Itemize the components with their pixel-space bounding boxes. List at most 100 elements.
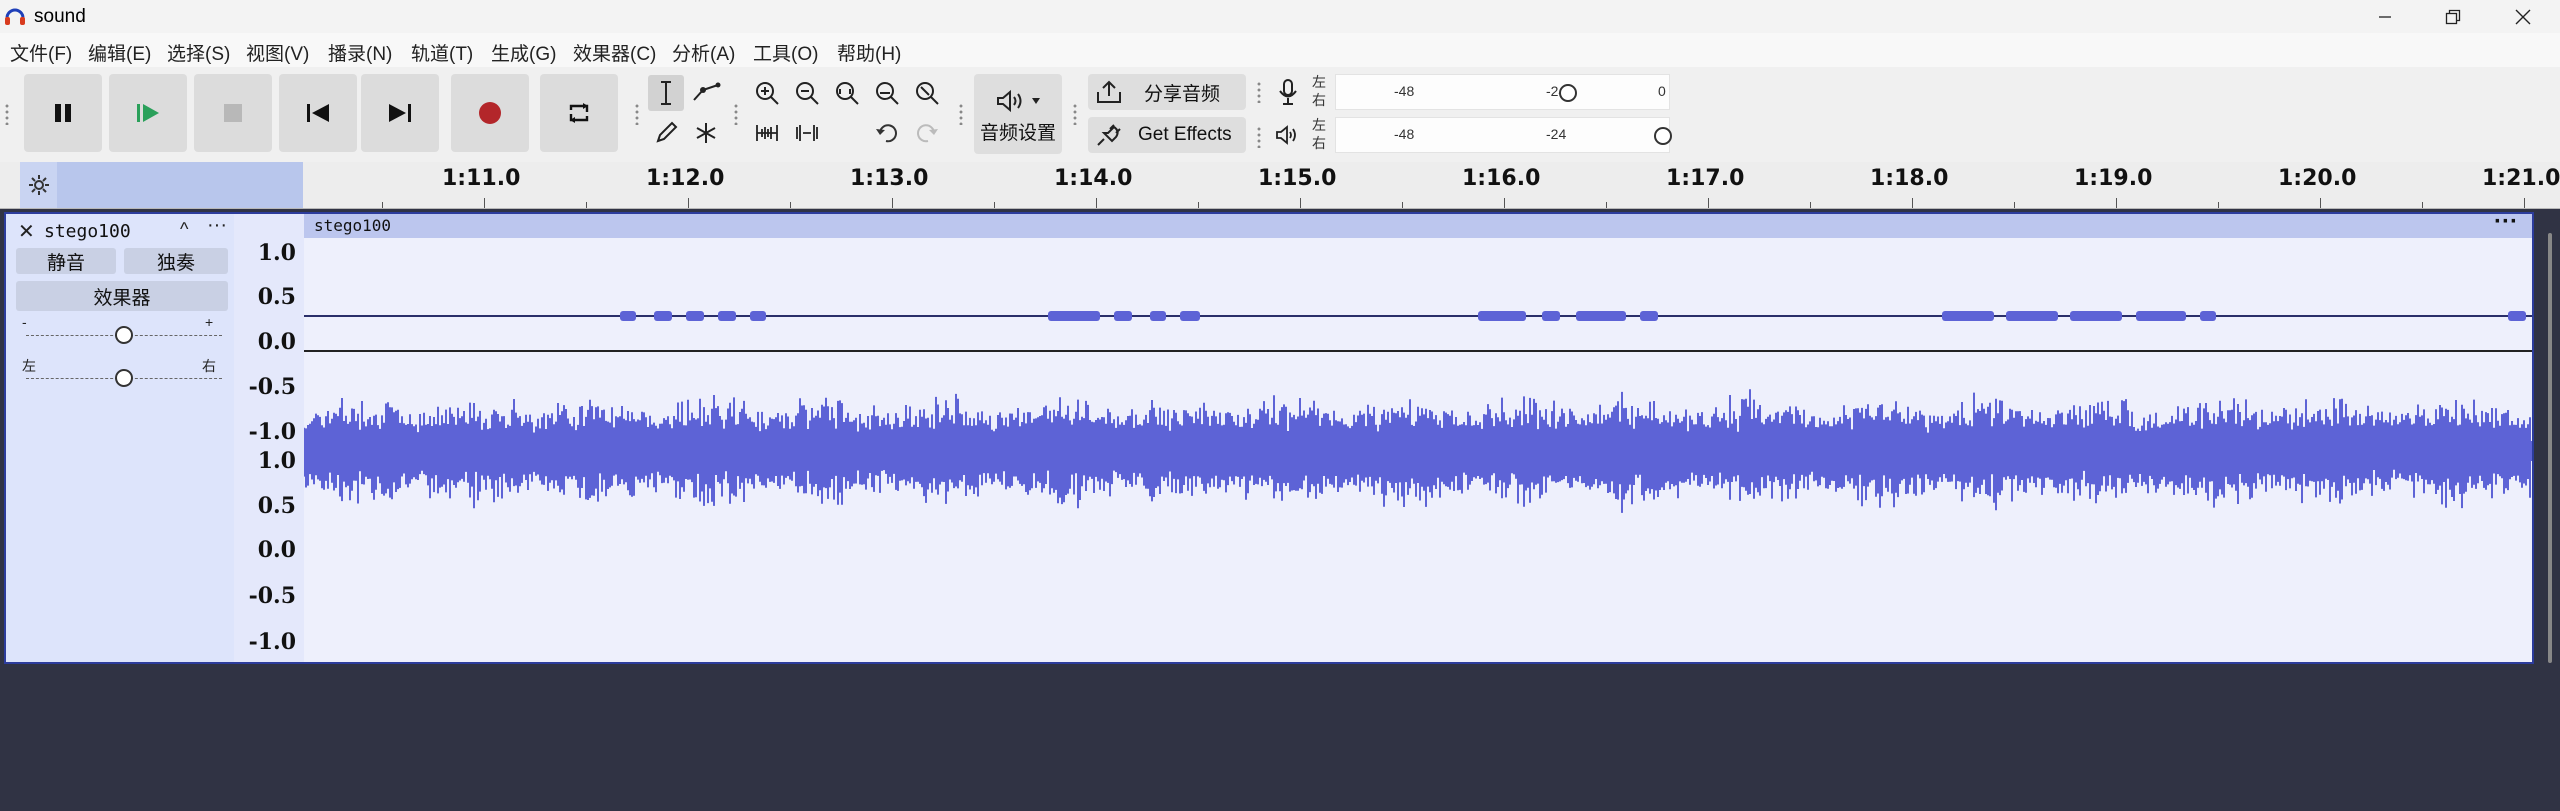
toolbar-grip[interactable]: [1256, 126, 1262, 148]
ruler-tick: [1912, 198, 1913, 208]
draw-tool-button[interactable]: [648, 115, 684, 151]
menu-tools[interactable]: 工具(O): [753, 39, 818, 66]
ruler-time-label: 1:17.0: [1666, 166, 1745, 191]
loop-icon: [569, 103, 589, 123]
ruler-time-label: 1:19.0: [2074, 166, 2153, 191]
playback-meter-scale[interactable]: -48 -24: [1335, 117, 1672, 153]
playback-meter-button[interactable]: [1270, 117, 1306, 153]
playback-meter[interactable]: 左 右 -48 -24: [1310, 117, 1680, 153]
toolbar-grip[interactable]: [1072, 103, 1078, 125]
toolbar-grip[interactable]: [733, 103, 739, 125]
collapse-track-icon[interactable]: ^: [180, 219, 188, 240]
meter-left-label: 左: [1312, 74, 1326, 90]
ruler-tick: [1810, 202, 1811, 208]
undo-button[interactable]: [869, 115, 905, 151]
track-name[interactable]: stego100: [44, 221, 131, 242]
menu-effect[interactable]: 效果器(C): [573, 39, 656, 66]
gain-slider-knob[interactable]: [115, 326, 133, 344]
clip-menu-icon[interactable]: ···: [2494, 208, 2518, 236]
solo-button[interactable]: 独奏: [124, 248, 228, 274]
record-button[interactable]: [451, 74, 529, 152]
trim-audio-button[interactable]: [749, 115, 785, 151]
scale-label: -0.5: [248, 374, 296, 400]
share-audio-button[interactable]: 分享音频: [1088, 74, 1246, 110]
ruler-tick: [2524, 198, 2525, 208]
right-channel-waveform[interactable]: [304, 354, 2532, 660]
scrollbar-thumb[interactable]: [2548, 233, 2552, 663]
menu-select[interactable]: 选择(S): [167, 39, 230, 66]
meter-right-label: 右: [1312, 92, 1326, 108]
playback-level-slider-knob[interactable]: [1654, 127, 1672, 145]
clip-title-bar[interactable]: stego100 ···: [304, 208, 2532, 238]
fit-selection-button[interactable]: [829, 75, 865, 111]
get-effects-button[interactable]: Get Effects: [1088, 117, 1246, 153]
track-area[interactable]: ✕ stego100 ^ ··· 静音 独奏 效果器 - + 左 右 1.0 0…: [0, 208, 2560, 811]
fit-project-button[interactable]: [869, 75, 905, 111]
envelope-tool-button[interactable]: [688, 75, 724, 111]
toolbar-grip[interactable]: [1256, 81, 1262, 103]
close-button[interactable]: [2494, 0, 2552, 33]
gain-minus-label: -: [22, 314, 27, 330]
minimize-button[interactable]: [2356, 0, 2414, 33]
toolbar-grip[interactable]: [4, 103, 10, 125]
stop-button[interactable]: [194, 74, 272, 152]
restore-icon: [2445, 9, 2461, 24]
timeline-options-button[interactable]: [20, 162, 57, 208]
restore-button[interactable]: [2424, 0, 2482, 33]
zoom-in-button[interactable]: [749, 75, 785, 111]
effects-button[interactable]: 效果器: [16, 281, 228, 311]
loop-button[interactable]: [540, 74, 618, 152]
ruler-tick: [1606, 202, 1607, 208]
record-meter-button[interactable]: [1270, 74, 1306, 110]
vertical-scrollbar[interactable]: [2540, 233, 2560, 663]
ruler-tick: [790, 202, 791, 208]
ruler-time-label: 1:13.0: [850, 166, 929, 191]
record-level-slider-knob[interactable]: [1559, 84, 1577, 102]
menu-generate[interactable]: 生成(G): [491, 39, 556, 66]
multi-tool-button[interactable]: [688, 115, 724, 151]
microphone-icon: [1279, 79, 1297, 105]
play-button[interactable]: [109, 74, 187, 152]
menu-transport[interactable]: 播录(N): [328, 39, 392, 66]
pencil-icon: [656, 121, 678, 143]
audio-setup-button[interactable]: 音频设置: [974, 74, 1062, 154]
ruler-tick: [484, 198, 485, 208]
selection-region[interactable]: [57, 162, 303, 208]
ruler-time-label: 1:18.0: [1870, 166, 1949, 191]
ruler-tick: [1300, 198, 1301, 208]
selection-tool-button[interactable]: [648, 75, 684, 111]
left-channel-waveform[interactable]: [304, 238, 2532, 349]
close-track-icon[interactable]: ✕: [18, 219, 35, 244]
track-menu-icon[interactable]: ···: [207, 214, 227, 237]
zoom-selection-icon: [836, 82, 859, 105]
waveform-burst: [1180, 311, 1200, 321]
silence-audio-button[interactable]: [789, 115, 825, 151]
menu-view[interactable]: 视图(V): [246, 39, 309, 66]
menu-help[interactable]: 帮助(H): [837, 39, 901, 66]
pan-slider-knob[interactable]: [115, 369, 133, 387]
skip-to-end-button[interactable]: [361, 74, 439, 152]
record-meter[interactable]: 左 右 -48 -24 0: [1310, 74, 1680, 110]
zoom-toggle-button[interactable]: [909, 75, 945, 111]
skip-to-start-button[interactable]: [279, 74, 357, 152]
audio-track[interactable]: ✕ stego100 ^ ··· 静音 独奏 效果器 - + 左 右 1.0 0…: [4, 208, 2552, 664]
timeline-ruler[interactable]: 1:11.0 1:12.0 1:13.0 1:14.0 1:15.0 1:16.0 1:17…: [0, 162, 2560, 209]
pause-button[interactable]: [24, 74, 102, 152]
waveform-burst: [620, 311, 636, 321]
menu-analyze[interactable]: 分析(A): [672, 39, 735, 66]
menu-file[interactable]: 文件(F): [10, 39, 72, 66]
undo-icon: [876, 124, 897, 143]
mute-button[interactable]: 静音: [16, 248, 116, 274]
menu-edit[interactable]: 编辑(E): [88, 39, 151, 66]
toolbar-grip[interactable]: [958, 103, 964, 125]
vertical-amplitude-scale[interactable]: 1.0 0.5 0.0 -0.5 -1.0 1.0 0.5 0.0 -0.5 -…: [234, 214, 305, 662]
menu-tracks[interactable]: 轨道(T): [411, 39, 473, 66]
clip[interactable]: stego100 ···: [304, 208, 2532, 662]
waveform-burst: [718, 311, 736, 321]
toolbar-grip[interactable]: [634, 103, 640, 125]
redo-button[interactable]: [909, 115, 945, 151]
zoom-out-button[interactable]: [789, 75, 825, 111]
meter-right-label: 右: [1312, 135, 1326, 151]
channel-separator: [304, 350, 2532, 352]
record-meter-scale[interactable]: -48 -24 0: [1335, 74, 1670, 110]
